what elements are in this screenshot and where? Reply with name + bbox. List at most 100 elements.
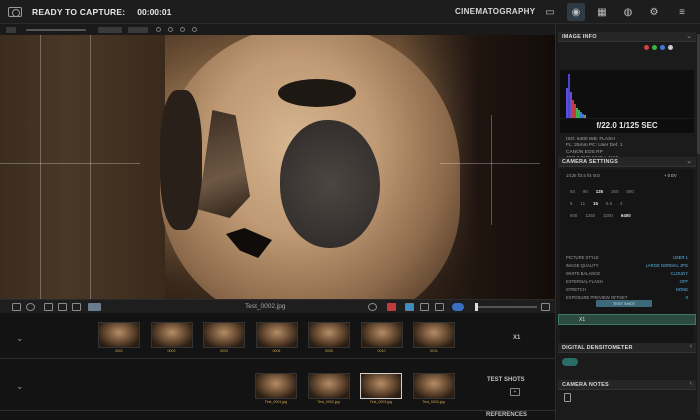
aperture-option-selected[interactable]: 16 [593,201,598,206]
red-channel-dot[interactable] [644,45,649,50]
exposure-readout: f/22.0 1/125 SEC [560,119,694,133]
refresh-icon[interactable] [26,303,35,311]
aperture-option[interactable]: 4 [620,201,622,206]
green-channel-dot[interactable] [652,45,657,50]
iso-option-selected[interactable]: 6400 [621,213,631,218]
grid-option-icon[interactable] [168,27,173,32]
shot-x1-row[interactable]: X1 [558,314,696,325]
blue-channel-dot[interactable] [660,45,665,50]
fit-button[interactable] [128,27,148,33]
guides-option-icon[interactable] [192,27,197,32]
iso-row[interactable]: 800 1250 3200 6400 [570,213,631,218]
shutter-row[interactable]: 60 90 125 250 500 [570,189,634,194]
monitor-icon[interactable]: ▭ [543,5,557,19]
opacity-slider[interactable] [475,303,537,311]
setting-value[interactable]: NONE [676,287,688,292]
thumbnail[interactable]: 0011 [413,322,455,356]
compare-icon[interactable] [58,303,67,311]
thumbnail[interactable]: 0003 [203,322,245,356]
chevron-down-icon[interactable]: ⌄ [686,157,692,165]
thumbnail-image [255,322,298,348]
image-info-header[interactable]: IMAGE INFO ⌄ [558,32,696,42]
thumbnail-caption: 0005 [325,349,333,353]
setting-value[interactable]: LARGE NORMAL JPG [646,263,688,268]
record-icon[interactable]: ◍ [621,5,635,19]
setting-value[interactable]: USER 1 [673,255,688,260]
viewer-toolbar: Test_0002.jpg [0,299,555,313]
densitometer-header[interactable]: DIGITAL DENSITOMETER ‹ [558,343,696,353]
back-icon[interactable] [12,303,21,311]
chevron-down-icon[interactable]: ⌄ [16,381,24,392]
layout-icon[interactable] [44,303,53,311]
split-view-icon[interactable] [420,303,429,311]
shutter-option[interactable]: 250 [611,189,618,194]
aperture-option[interactable]: 5.6 [606,201,612,206]
thumbnail[interactable]: 0010 [360,322,403,356]
iso-option[interactable]: 1250 [585,213,595,218]
setting-label: EXTERNAL FLASH [566,279,603,284]
ev-value[interactable]: + 0 EV [664,173,677,178]
thumbnail-image [308,322,350,348]
thumbnail[interactable]: Test_0003.jpg [360,373,402,407]
thumbnail-caption: 0011 [430,349,438,353]
setting-label: PICTURE STYLE [566,255,599,260]
shutter-option-selected[interactable]: 125 [596,189,603,194]
thumbnail[interactable]: 0002 [150,322,193,356]
aperture-row[interactable]: 8 11 16 5.6 4 [570,201,622,206]
expand-icon[interactable] [541,303,550,311]
thumbnail[interactable]: 0005 [308,322,350,356]
aperture-option[interactable]: 11 [580,201,585,206]
shutter-option[interactable]: 500 [626,189,633,194]
blend-icon[interactable] [435,303,444,311]
playback-icon[interactable] [88,303,101,311]
live-view-image[interactable] [0,35,555,299]
camera-view-icon[interactable]: ◉ [567,3,585,21]
chevron-left-icon[interactable]: ‹ [690,343,692,350]
color-mode-icon[interactable] [405,303,414,311]
densitometer-toggle[interactable] [562,358,578,366]
test-shot-button[interactable]: TEST SHOT [596,300,652,307]
capture-timer: 00:00:01 [137,6,172,17]
setting-value[interactable]: CLOUDY [671,271,688,276]
slider-knob[interactable] [475,303,478,311]
chevron-down-icon[interactable]: ⌄ [686,32,692,40]
camera-settings-header[interactable]: CAMERA SETTINGS ⌄ [558,157,696,167]
iso-option[interactable]: 800 [570,213,577,218]
zoom-slider[interactable] [26,29,86,31]
chevron-down-icon[interactable]: ⌄ [16,333,24,344]
shutter-option[interactable]: 90 [583,189,588,194]
mode-title: CINEMATOGRAPHY [455,7,536,16]
thumbnail-image [98,322,140,348]
overlay-toggle-icon[interactable] [452,303,464,311]
crosshair-line [440,163,540,164]
stack-icon[interactable] [72,303,81,311]
add-shot-button[interactable]: + [510,388,520,396]
live-record-icon[interactable] [387,303,396,311]
camera-icon[interactable] [8,6,22,17]
thumbnail-image [360,373,402,399]
thumbnail[interactable]: 0004 [255,322,298,356]
shutter-option[interactable]: 60 [570,189,575,194]
thumbnail-caption: 0004 [272,349,281,353]
onion-option-icon[interactable] [180,27,185,32]
chevron-left-icon[interactable]: ‹ [690,380,692,387]
tools-icon[interactable]: ⚙ [647,5,661,19]
thumbnail[interactable]: Test_0002.jpg [307,373,350,407]
aperture-option[interactable]: 8 [570,201,572,206]
menu-icon[interactable]: ≡ [675,5,689,19]
histogram [560,70,694,118]
zoom-field[interactable] [98,27,122,33]
thumbnail[interactable]: 0001 [98,322,140,356]
thumbnail[interactable]: Test_0004.jpg [412,373,455,407]
thumbnail[interactable]: Test_0001.jpg [255,373,297,407]
focus-icon[interactable] [368,303,377,311]
notes-icon[interactable] [564,393,571,402]
overlay-option-icon[interactable] [156,27,161,32]
camera-notes-header[interactable]: CAMERA NOTES ‹ [558,380,696,390]
iso-option[interactable]: 3200 [603,213,613,218]
filmstrip-icon[interactable]: ▦ [595,5,609,19]
view-toggle-button[interactable] [6,27,16,33]
luma-channel-dot[interactable] [668,45,673,50]
setting-value[interactable]: OFF [680,279,688,284]
setting-value[interactable]: 0 [686,295,688,300]
